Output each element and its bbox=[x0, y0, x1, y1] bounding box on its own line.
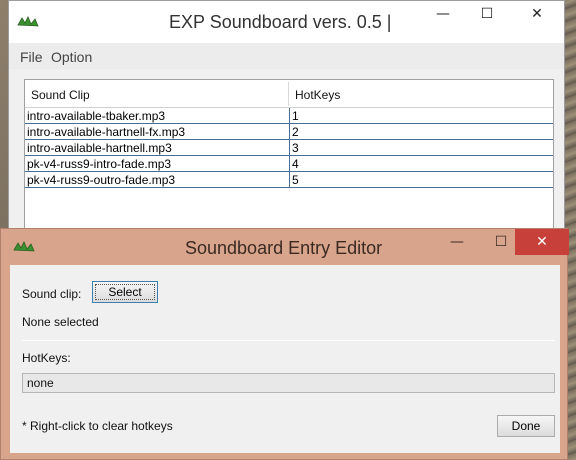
hotkeys-label: HotKeys: bbox=[22, 351, 71, 365]
hotkey-cell[interactable]: 4 bbox=[289, 156, 553, 172]
column-divider[interactable] bbox=[288, 82, 289, 106]
editor-body: Sound clip: Select None selected HotKeys… bbox=[10, 265, 560, 453]
main-window: EXP Soundboard vers. 0.5 | — ☐ ✕ File Op… bbox=[8, 0, 565, 240]
table-header: Sound Clip HotKeys bbox=[25, 80, 553, 108]
menu-bar: File Option bbox=[9, 43, 564, 69]
sound-clip-cell[interactable]: pk-v4-russ9-outro-fade.mp3 bbox=[27, 172, 287, 188]
table-row[interactable]: pk-v4-russ9-outro-fade.mp3 5 bbox=[25, 172, 553, 188]
hotkey-cell[interactable]: 3 bbox=[289, 140, 553, 156]
main-titlebar[interactable]: EXP Soundboard vers. 0.5 | — ☐ ✕ bbox=[9, 1, 564, 43]
minimize-button[interactable]: — bbox=[435, 229, 479, 255]
soundboard-table[interactable]: Sound Clip HotKeys intro-available-tbake… bbox=[24, 79, 554, 239]
done-button[interactable]: Done bbox=[497, 415, 555, 437]
table-row[interactable]: intro-available-hartnell-fx.mp3 2 bbox=[25, 124, 553, 140]
hotkeys-field[interactable]: none bbox=[22, 373, 555, 393]
select-button[interactable]: Select bbox=[92, 281, 158, 303]
app-logo-icon bbox=[13, 241, 35, 252]
sound-clip-label: Sound clip: bbox=[22, 287, 82, 301]
sound-clip-cell[interactable]: intro-available-hartnell-fx.mp3 bbox=[27, 124, 287, 140]
table-body: intro-available-tbaker.mp3 1 intro-avail… bbox=[25, 108, 553, 188]
clear-hotkeys-hint: * Right-click to clear hotkeys bbox=[22, 419, 173, 433]
main-window-title: EXP Soundboard vers. 0.5 | bbox=[169, 12, 392, 32]
hotkey-cell[interactable]: 5 bbox=[289, 172, 553, 188]
column-header-sound-clip[interactable]: Sound Clip bbox=[31, 80, 90, 110]
minimize-button[interactable]: — bbox=[421, 1, 465, 27]
app-logo-icon bbox=[17, 16, 39, 27]
menu-file[interactable]: File bbox=[20, 43, 43, 71]
maximize-button[interactable]: ☐ bbox=[465, 1, 509, 27]
table-row[interactable]: pk-v4-russ9-intro-fade.mp3 4 bbox=[25, 156, 553, 172]
selection-status: None selected bbox=[22, 315, 99, 329]
divider bbox=[22, 340, 555, 341]
hotkey-cell[interactable]: 2 bbox=[289, 124, 553, 140]
sound-clip-cell[interactable]: intro-available-tbaker.mp3 bbox=[27, 108, 287, 124]
menu-option[interactable]: Option bbox=[51, 43, 92, 71]
table-row[interactable]: intro-available-hartnell.mp3 3 bbox=[25, 140, 553, 156]
editor-titlebar[interactable]: Soundboard Entry Editor — ☐ ✕ bbox=[1, 229, 569, 265]
close-button[interactable]: ✕ bbox=[515, 229, 569, 255]
sound-clip-cell[interactable]: pk-v4-russ9-intro-fade.mp3 bbox=[27, 156, 287, 172]
sound-clip-cell[interactable]: intro-available-hartnell.mp3 bbox=[27, 140, 287, 156]
entry-editor-dialog: Soundboard Entry Editor — ☐ ✕ Sound clip… bbox=[0, 228, 569, 460]
close-button[interactable]: ✕ bbox=[509, 1, 565, 27]
table-row[interactable]: intro-available-tbaker.mp3 1 bbox=[25, 108, 553, 124]
column-header-hotkeys[interactable]: HotKeys bbox=[295, 80, 340, 110]
editor-window-title: Soundboard Entry Editor bbox=[185, 238, 383, 258]
hotkey-cell[interactable]: 1 bbox=[289, 108, 553, 124]
